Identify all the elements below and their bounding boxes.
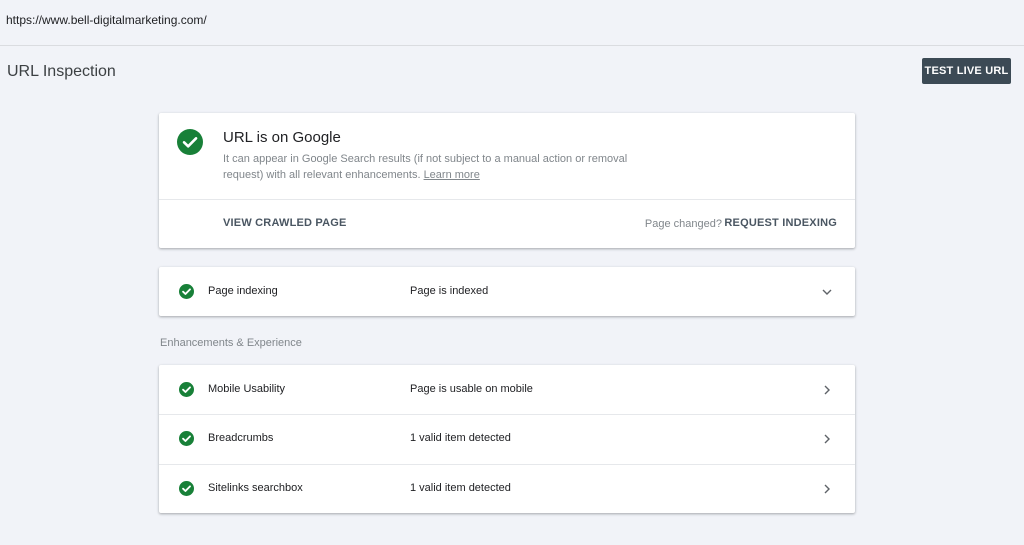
status-description: It can appear in Google Search results (… bbox=[223, 152, 663, 183]
row-value: 1 valid item detected bbox=[410, 482, 511, 494]
request-indexing-button[interactable]: REQUEST INDEXING bbox=[724, 217, 837, 229]
url-status-card: URL is on Google It can appear in Google… bbox=[159, 113, 855, 248]
learn-more-link[interactable]: Learn more bbox=[424, 169, 480, 181]
status-title: URL is on Google bbox=[223, 129, 341, 146]
address-bar: https://www.bell-digitalmarketing.com/ bbox=[0, 0, 1024, 46]
view-crawled-page-button[interactable]: VIEW CRAWLED PAGE bbox=[223, 217, 347, 229]
check-circle-icon bbox=[179, 481, 194, 496]
chevron-right-icon[interactable] bbox=[821, 483, 833, 495]
check-circle-icon bbox=[179, 431, 194, 446]
row-value: Page is indexed bbox=[410, 285, 489, 297]
chevron-right-icon[interactable] bbox=[821, 384, 833, 396]
row-value: 1 valid item detected bbox=[410, 432, 511, 444]
page-title: URL Inspection bbox=[7, 63, 116, 80]
enhancement-row-breadcrumbs[interactable]: Breadcrumbs 1 valid item detected bbox=[159, 414, 855, 464]
row-label: Breadcrumbs bbox=[208, 432, 274, 444]
chevron-right-icon[interactable] bbox=[821, 433, 833, 445]
row-label: Sitelinks searchbox bbox=[208, 482, 303, 494]
enhancement-row-sitelinks-searchbox[interactable]: Sitelinks searchbox 1 valid item detecte… bbox=[159, 464, 855, 513]
enhancements-card: Mobile Usability Page is usable on mobil… bbox=[159, 365, 855, 513]
page-indexing-row[interactable]: Page indexing Page is indexed bbox=[159, 267, 855, 316]
page-indexing-card: Page indexing Page is indexed bbox=[159, 267, 855, 316]
row-label: Page indexing bbox=[208, 285, 278, 297]
check-circle-icon bbox=[179, 382, 194, 397]
check-circle-icon bbox=[177, 129, 203, 155]
page-url[interactable]: https://www.bell-digitalmarketing.com/ bbox=[6, 13, 207, 27]
row-value: Page is usable on mobile bbox=[410, 383, 533, 395]
enhancement-row-mobile-usability[interactable]: Mobile Usability Page is usable on mobil… bbox=[159, 365, 855, 415]
check-circle-icon bbox=[179, 284, 194, 299]
page-changed-label: Page changed? bbox=[644, 218, 722, 230]
divider bbox=[159, 199, 855, 200]
test-live-url-button[interactable]: TEST LIVE URL bbox=[922, 58, 1011, 84]
row-label: Mobile Usability bbox=[208, 383, 286, 395]
enhancements-section-title: Enhancements & Experience bbox=[160, 337, 302, 349]
chevron-down-icon[interactable] bbox=[821, 286, 833, 298]
